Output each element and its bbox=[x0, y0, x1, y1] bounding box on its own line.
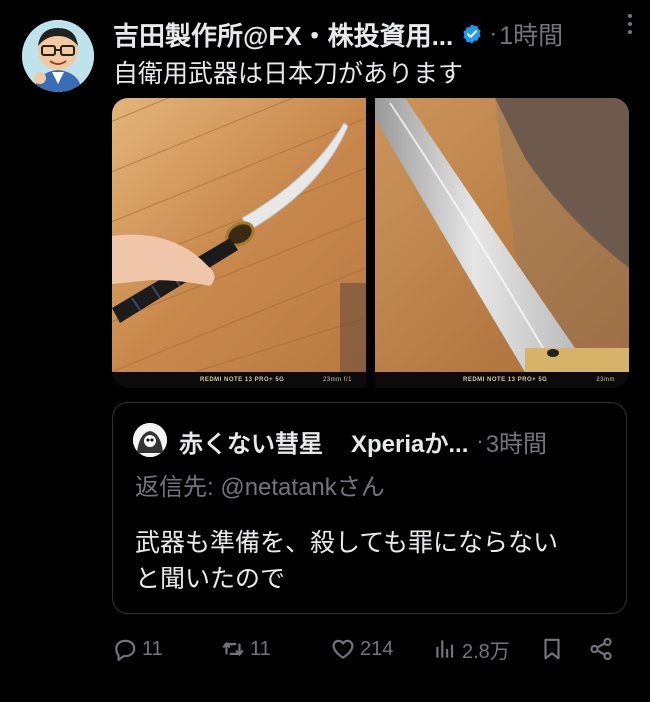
quote-time[interactable]: 3時間 bbox=[486, 424, 547, 459]
quote-text-line: 武器も準備を、殺しても罪にならない bbox=[135, 529, 559, 557]
media-caption: REDMI NOTE 13 PRO+ 5G 23mm f/1 bbox=[112, 372, 366, 388]
quote-author-handle[interactable]: Xperiaか... bbox=[351, 424, 468, 459]
author-name[interactable]: 吉田製作所@FX・株投資用... bbox=[113, 16, 453, 53]
reply-button[interactable]: 11 bbox=[112, 632, 163, 666]
avatar-illustration bbox=[22, 20, 94, 92]
quote-author-name[interactable]: 赤くない彗星 bbox=[179, 424, 323, 459]
post-time[interactable]: 1時間 bbox=[499, 16, 563, 52]
repost-button[interactable]: 11 bbox=[220, 632, 271, 666]
reply-to-label: 返信先: @netatankさん bbox=[135, 474, 385, 501]
more-icon[interactable] bbox=[624, 10, 636, 40]
media-caption: REDMI NOTE 13 PRO+ 5G 23mm bbox=[375, 372, 629, 388]
views-icon bbox=[436, 640, 454, 658]
quoted-post[interactable]: 赤くない彗星 Xperiaか... · 3時間 返信先: @netatankさん… bbox=[112, 402, 627, 614]
bookmark-button[interactable] bbox=[539, 632, 565, 666]
share-button[interactable] bbox=[588, 632, 614, 666]
media-image-katana[interactable] bbox=[112, 98, 366, 372]
views-count: 2.8万 bbox=[462, 640, 510, 663]
post-media: REDMI NOTE 13 PRO+ 5G 23mm f/1 REDMI NOT… bbox=[112, 98, 629, 388]
media-image-blade-closeup[interactable] bbox=[375, 98, 629, 372]
header-separator: · bbox=[489, 20, 498, 47]
next-post-preview[interactable] bbox=[110, 688, 410, 702]
repost-count: 11 bbox=[250, 637, 271, 660]
quote-header-separator: · bbox=[476, 428, 484, 453]
share-icon bbox=[590, 637, 612, 661]
repost-icon bbox=[222, 641, 244, 657]
quote-text: 武器も準備を、殺しても罪にならない と聞いたので bbox=[135, 525, 606, 597]
like-button[interactable]: 214 bbox=[330, 632, 393, 666]
reply-icon bbox=[115, 639, 136, 661]
quote-author-avatar[interactable] bbox=[133, 423, 167, 457]
bookmark-icon bbox=[544, 638, 560, 660]
post-text: 自衛用武器は日本刀があります bbox=[113, 60, 464, 88]
reply-count: 11 bbox=[142, 637, 163, 660]
like-icon bbox=[332, 639, 354, 659]
quote-header: 赤くない彗星 Xperiaか... · 3時間 bbox=[179, 423, 606, 459]
action-bar: 11 11 214 2.8万 bbox=[112, 632, 622, 666]
post-header: 吉田製作所@FX・株投資用... · 1時間 bbox=[113, 16, 630, 52]
verified-badge-icon bbox=[463, 24, 481, 44]
author-avatar[interactable] bbox=[22, 20, 94, 92]
like-count: 214 bbox=[360, 637, 394, 660]
views-button[interactable]: 2.8万 bbox=[432, 632, 510, 666]
quote-text-line: と聞いたので bbox=[135, 565, 286, 593]
quote-avatar-illustration bbox=[133, 423, 167, 457]
